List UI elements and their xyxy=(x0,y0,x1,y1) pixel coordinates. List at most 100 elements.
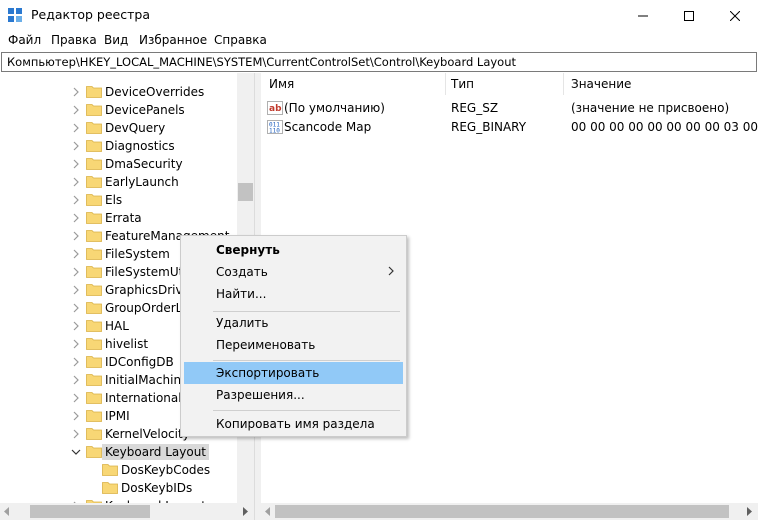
chevron-right-icon[interactable] xyxy=(71,249,81,259)
folder-icon xyxy=(86,284,102,296)
scroll-left-icon[interactable] xyxy=(4,507,10,516)
value-row-scancode-map[interactable]: 011 110 Scancode Map REG_BINARY 00 00 00… xyxy=(261,118,758,136)
value-name: Scancode Map xyxy=(284,120,372,134)
folder-icon xyxy=(86,446,102,458)
maximize-button[interactable] xyxy=(666,0,712,31)
chevron-right-icon[interactable] xyxy=(71,393,81,403)
context-menu-export[interactable]: Экспортировать xyxy=(184,362,403,384)
value-type: REG_BINARY xyxy=(451,120,527,134)
tree-item-label: IPMI xyxy=(105,409,130,423)
chevron-right-icon[interactable] xyxy=(71,105,81,115)
context-menu-permissions[interactable]: Разрешения... xyxy=(184,384,403,406)
tree-item[interactable]: DosKeybIDs xyxy=(0,479,236,497)
scroll-left-icon[interactable] xyxy=(265,507,271,516)
context-menu-find[interactable]: Найти... xyxy=(184,283,403,305)
chevron-down-icon[interactable] xyxy=(71,447,81,457)
tree-item[interactable]: Diagnostics xyxy=(0,137,236,155)
chevron-right-icon[interactable] xyxy=(71,141,81,151)
tree-item[interactable]: DmaSecurity xyxy=(0,155,236,173)
folder-icon xyxy=(102,464,118,476)
context-menu-copy-key-name[interactable]: Копировать имя раздела xyxy=(184,413,403,435)
folder-icon xyxy=(86,266,102,278)
tree-horizontal-scrollbar[interactable] xyxy=(0,503,254,520)
folder-icon xyxy=(86,320,102,332)
menu-file[interactable]: Файл xyxy=(8,33,41,47)
tree-item[interactable]: Errata xyxy=(0,209,236,227)
tree-scroll-thumb[interactable] xyxy=(238,183,253,201)
string-value-icon: ab xyxy=(267,101,283,115)
menu-view[interactable]: Вид xyxy=(104,33,128,47)
tree-hscroll-thumb[interactable] xyxy=(30,505,150,518)
chevron-right-icon[interactable] xyxy=(71,285,81,295)
tree-item[interactable]: Els xyxy=(0,191,236,209)
menu-help[interactable]: Справка xyxy=(214,33,267,47)
scroll-right-icon[interactable] xyxy=(746,507,752,516)
context-menu-new[interactable]: Создать xyxy=(184,261,403,283)
tree-item-label: InitialMachine xyxy=(105,373,189,387)
folder-icon xyxy=(86,392,102,404)
folder-icon xyxy=(86,248,102,260)
context-menu-label: Экспортировать xyxy=(216,366,320,380)
minimize-icon xyxy=(638,15,648,16)
column-header-type[interactable]: Тип xyxy=(451,77,474,91)
tree-item[interactable]: DosKeybCodes xyxy=(0,461,236,479)
chevron-right-icon[interactable] xyxy=(71,231,81,241)
tree-item[interactable]: DevQuery xyxy=(0,119,236,137)
column-divider[interactable] xyxy=(563,73,564,95)
chevron-right-icon[interactable] xyxy=(71,303,81,313)
values-horizontal-scrollbar[interactable] xyxy=(261,503,758,520)
menu-edit[interactable]: Правка xyxy=(51,33,97,47)
chevron-right-icon[interactable] xyxy=(71,357,81,367)
close-icon xyxy=(730,10,740,21)
tree-item-label: hivelist xyxy=(105,337,149,351)
folder-icon xyxy=(86,374,102,386)
context-menu-delete[interactable]: Удалить xyxy=(184,312,403,334)
close-button[interactable] xyxy=(712,0,758,31)
tree-item-label: DmaSecurity xyxy=(105,157,183,171)
chevron-right-icon[interactable] xyxy=(71,123,81,133)
chevron-right-icon[interactable] xyxy=(71,339,81,349)
column-header-name[interactable]: Имя xyxy=(269,77,294,91)
tree-item-label: DeviceOverrides xyxy=(105,85,205,99)
svg-text:110: 110 xyxy=(269,128,280,135)
menu-favorites[interactable]: Избранное xyxy=(139,33,207,47)
chevron-right-icon[interactable] xyxy=(71,87,81,97)
scroll-right-icon[interactable] xyxy=(242,507,248,516)
context-menu-label: Копировать имя раздела xyxy=(216,417,375,431)
chevron-right-icon[interactable] xyxy=(71,321,81,331)
chevron-right-icon[interactable] xyxy=(71,429,81,439)
chevron-right-icon[interactable] xyxy=(71,267,81,277)
folder-icon xyxy=(86,356,102,368)
chevron-right-icon[interactable] xyxy=(71,159,81,169)
tree-item[interactable]: DevicePanels xyxy=(0,101,236,119)
tree-item[interactable]: EarlyLaunch xyxy=(0,173,236,191)
chevron-right-icon[interactable] xyxy=(71,375,81,385)
context-menu-label: Переименовать xyxy=(216,338,316,352)
context-menu-collapse[interactable]: Свернуть xyxy=(184,239,403,261)
column-divider[interactable] xyxy=(445,73,446,95)
chevron-right-icon[interactable] xyxy=(71,411,81,421)
values-hscroll-thumb[interactable] xyxy=(275,505,729,518)
tree-item-label: Keyboard Layout xyxy=(102,444,210,460)
column-header-data[interactable]: Значение xyxy=(571,77,631,91)
address-bar[interactable]: Компьютер\HKEY_LOCAL_MACHINE\SYSTEM\Curr… xyxy=(1,52,757,72)
chevron-right-icon[interactable] xyxy=(71,195,81,205)
tree-item-label: FileSystem xyxy=(105,247,170,261)
window-title: Редактор реестра xyxy=(31,7,150,22)
folder-icon xyxy=(86,140,102,152)
title-bar[interactable]: Редактор реестра xyxy=(0,0,758,31)
tree-item-label: International xyxy=(105,391,182,405)
context-menu-label: Удалить xyxy=(216,316,269,330)
folder-icon xyxy=(86,194,102,206)
tree-item-label: Els xyxy=(105,193,123,207)
context-menu-label: Найти... xyxy=(216,287,267,301)
tree-item[interactable]: DeviceOverrides xyxy=(0,83,236,101)
context-menu-rename[interactable]: Переименовать xyxy=(184,334,403,356)
tree-item[interactable]: Keyboard Layout xyxy=(0,443,236,461)
tree-item-label: EarlyLaunch xyxy=(105,175,179,189)
chevron-right-icon[interactable] xyxy=(71,177,81,187)
minimize-button[interactable] xyxy=(620,0,666,31)
value-row-default[interactable]: ab (По умолчанию) REG_SZ (значение не пр… xyxy=(261,99,758,117)
chevron-right-icon[interactable] xyxy=(71,213,81,223)
folder-icon xyxy=(86,302,102,314)
